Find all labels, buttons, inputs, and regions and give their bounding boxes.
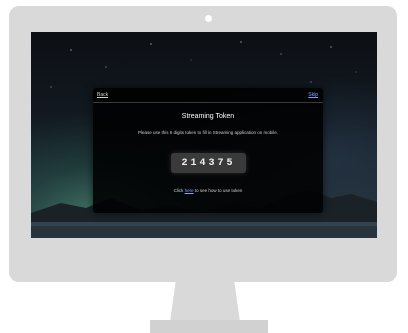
token-instruction: Please use this 6 digits token to fill i… xyxy=(137,130,279,135)
dialog-title: Streaming Token xyxy=(181,113,235,120)
help-text: Click here to see how to use token xyxy=(93,188,323,193)
monitor-foot xyxy=(150,320,268,333)
help-link[interactable]: here xyxy=(185,188,194,193)
monitor-neck xyxy=(170,282,240,322)
help-prefix: Click xyxy=(173,188,185,193)
token-box: 214375 xyxy=(171,153,246,173)
monitor-chin xyxy=(9,240,397,282)
dialog-header: Back Skip xyxy=(93,88,323,103)
help-suffix: to see how to use token xyxy=(193,188,243,193)
skip-link[interactable]: Skip xyxy=(308,92,318,98)
token-value: 214375 xyxy=(181,157,236,169)
streaming-token-dialog: Back Skip Streaming Token Please use thi… xyxy=(93,88,323,213)
camera-icon xyxy=(205,15,212,22)
back-link[interactable]: Back xyxy=(97,92,108,98)
